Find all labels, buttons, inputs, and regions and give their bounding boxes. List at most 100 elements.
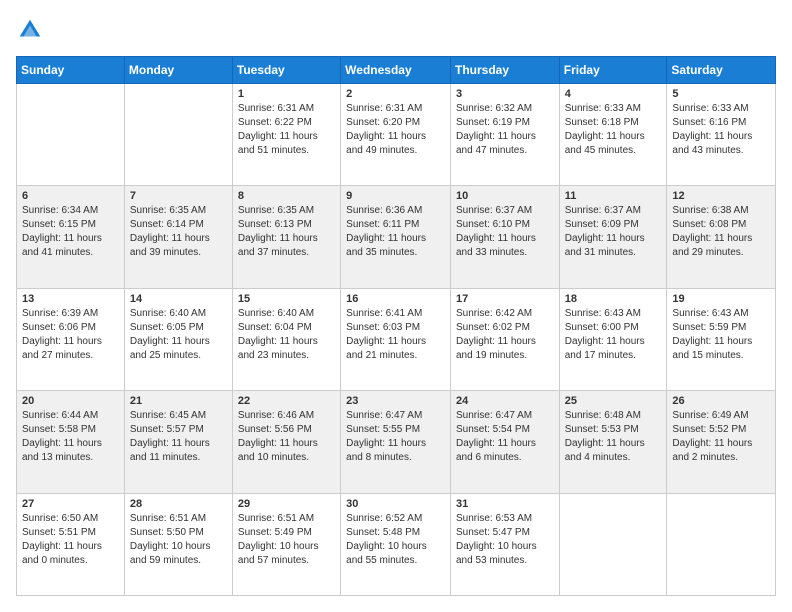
day-info: Sunrise: 6:31 AMSunset: 6:20 PMDaylight:…	[346, 102, 445, 158]
calendar-cell: 6 Sunrise: 6:34 AMSunset: 6:15 PMDaylight…	[17, 186, 125, 288]
calendar-cell	[667, 493, 776, 595]
day-info: Sunrise: 6:40 AMSunset: 6:05 PMDaylight:…	[130, 307, 227, 363]
calendar-cell: 15 Sunrise: 6:40 AMSunset: 6:04 PMDayligh…	[232, 288, 340, 390]
day-info: Sunrise: 6:53 AMSunset: 5:47 PMDaylight:…	[456, 512, 554, 568]
day-number: 8	[238, 190, 335, 202]
day-info: Sunrise: 6:52 AMSunset: 5:48 PMDaylight:…	[346, 512, 445, 568]
day-info: Sunrise: 6:42 AMSunset: 6:02 PMDaylight:…	[456, 307, 554, 363]
calendar-header-wednesday: Wednesday	[341, 57, 451, 84]
calendar-cell: 21 Sunrise: 6:45 AMSunset: 5:57 PMDayligh…	[124, 391, 232, 493]
day-number: 18	[565, 293, 662, 305]
day-number: 28	[130, 498, 227, 510]
day-info: Sunrise: 6:39 AMSunset: 6:06 PMDaylight:…	[22, 307, 119, 363]
day-info: Sunrise: 6:35 AMSunset: 6:13 PMDaylight:…	[238, 204, 335, 260]
day-info: Sunrise: 6:44 AMSunset: 5:58 PMDaylight:…	[22, 409, 119, 465]
calendar-cell: 30 Sunrise: 6:52 AMSunset: 5:48 PMDayligh…	[341, 493, 451, 595]
calendar-header-friday: Friday	[559, 57, 667, 84]
calendar-cell: 20 Sunrise: 6:44 AMSunset: 5:58 PMDayligh…	[17, 391, 125, 493]
calendar-cell: 27 Sunrise: 6:50 AMSunset: 5:51 PMDayligh…	[17, 493, 125, 595]
calendar-week-row: 1Sunrise: 6:31 AMSunset: 6:22 PMDaylight…	[17, 84, 776, 186]
day-number: 31	[456, 498, 554, 510]
day-number: 3	[456, 88, 554, 100]
day-info: Sunrise: 6:43 AMSunset: 5:59 PMDaylight:…	[672, 307, 770, 363]
calendar-cell: 12Sunrise: 6:38 AMSunset: 6:08 PMDayligh…	[667, 186, 776, 288]
day-number: 9	[346, 190, 445, 202]
calendar-cell: 17 Sunrise: 6:42 AMSunset: 6:02 PMDayligh…	[450, 288, 559, 390]
day-number: 15	[238, 293, 335, 305]
day-info: Sunrise: 6:47 AMSunset: 5:55 PMDaylight:…	[346, 409, 445, 465]
day-number: 24	[456, 395, 554, 407]
day-number: 4	[565, 88, 662, 100]
calendar-cell: 2 Sunrise: 6:31 AMSunset: 6:20 PMDaylight…	[341, 84, 451, 186]
day-info: Sunrise: 6:48 AMSunset: 5:53 PMDaylight:…	[565, 409, 662, 465]
day-number: 25	[565, 395, 662, 407]
calendar-cell: 14 Sunrise: 6:40 AMSunset: 6:05 PMDayligh…	[124, 288, 232, 390]
day-number: 5	[672, 88, 770, 100]
calendar-cell: 11Sunrise: 6:37 AMSunset: 6:09 PMDayligh…	[559, 186, 667, 288]
calendar-cell: 10 Sunrise: 6:37 AMSunset: 6:10 PMDayligh…	[450, 186, 559, 288]
day-info: Sunrise: 6:50 AMSunset: 5:51 PMDaylight:…	[22, 512, 119, 568]
day-info: Sunrise: 6:51 AMSunset: 5:49 PMDaylight:…	[238, 512, 335, 568]
calendar-header-tuesday: Tuesday	[232, 57, 340, 84]
day-number: 26	[672, 395, 770, 407]
calendar-cell: 28Sunrise: 6:51 AMSunset: 5:50 PMDayligh…	[124, 493, 232, 595]
day-number: 23	[346, 395, 445, 407]
calendar-week-row: 13 Sunrise: 6:39 AMSunset: 6:06 PMDayligh…	[17, 288, 776, 390]
calendar-header-saturday: Saturday	[667, 57, 776, 84]
calendar-week-row: 6 Sunrise: 6:34 AMSunset: 6:15 PMDaylight…	[17, 186, 776, 288]
calendar-header-sunday: Sunday	[17, 57, 125, 84]
day-number: 12	[672, 190, 770, 202]
calendar-cell: 31 Sunrise: 6:53 AMSunset: 5:47 PMDayligh…	[450, 493, 559, 595]
calendar-cell: 13 Sunrise: 6:39 AMSunset: 6:06 PMDayligh…	[17, 288, 125, 390]
calendar-cell: 23 Sunrise: 6:47 AMSunset: 5:55 PMDayligh…	[341, 391, 451, 493]
calendar-cell	[17, 84, 125, 186]
calendar-table: SundayMondayTuesdayWednesdayThursdayFrid…	[16, 56, 776, 596]
logo-icon	[16, 16, 44, 44]
day-number: 30	[346, 498, 445, 510]
day-info: Sunrise: 6:32 AMSunset: 6:19 PMDaylight:…	[456, 102, 554, 158]
day-info: Sunrise: 6:41 AMSunset: 6:03 PMDaylight:…	[346, 307, 445, 363]
day-number: 19	[672, 293, 770, 305]
day-number: 21	[130, 395, 227, 407]
day-info: Sunrise: 6:49 AMSunset: 5:52 PMDaylight:…	[672, 409, 770, 465]
day-number: 2	[346, 88, 445, 100]
calendar-cell: 19 Sunrise: 6:43 AMSunset: 5:59 PMDayligh…	[667, 288, 776, 390]
calendar-cell: 9 Sunrise: 6:36 AMSunset: 6:11 PMDaylight…	[341, 186, 451, 288]
day-info: Sunrise: 6:37 AMSunset: 6:10 PMDaylight:…	[456, 204, 554, 260]
day-info: Sunrise: 6:35 AMSunset: 6:14 PMDaylight:…	[130, 204, 227, 260]
day-number: 14	[130, 293, 227, 305]
day-number: 29	[238, 498, 335, 510]
calendar-cell: 24 Sunrise: 6:47 AMSunset: 5:54 PMDayligh…	[450, 391, 559, 493]
calendar-cell: 4Sunrise: 6:33 AMSunset: 6:18 PMDaylight…	[559, 84, 667, 186]
logo	[16, 16, 48, 44]
calendar-cell: 8 Sunrise: 6:35 AMSunset: 6:13 PMDaylight…	[232, 186, 340, 288]
day-number: 7	[130, 190, 227, 202]
day-number: 6	[22, 190, 119, 202]
day-info: Sunrise: 6:40 AMSunset: 6:04 PMDaylight:…	[238, 307, 335, 363]
day-number: 27	[22, 498, 119, 510]
day-number: 13	[22, 293, 119, 305]
calendar-cell	[559, 493, 667, 595]
day-info: Sunrise: 6:47 AMSunset: 5:54 PMDaylight:…	[456, 409, 554, 465]
calendar-cell: 25 Sunrise: 6:48 AMSunset: 5:53 PMDayligh…	[559, 391, 667, 493]
day-number: 10	[456, 190, 554, 202]
day-info: Sunrise: 6:46 AMSunset: 5:56 PMDaylight:…	[238, 409, 335, 465]
day-number: 22	[238, 395, 335, 407]
calendar-cell: 18 Sunrise: 6:43 AMSunset: 6:00 PMDayligh…	[559, 288, 667, 390]
page: SundayMondayTuesdayWednesdayThursdayFrid…	[0, 0, 792, 612]
calendar-cell: 5Sunrise: 6:33 AMSunset: 6:16 PMDaylight…	[667, 84, 776, 186]
day-info: Sunrise: 6:36 AMSunset: 6:11 PMDaylight:…	[346, 204, 445, 260]
calendar-cell: 16Sunrise: 6:41 AMSunset: 6:03 PMDayligh…	[341, 288, 451, 390]
day-info: Sunrise: 6:31 AMSunset: 6:22 PMDaylight:…	[238, 102, 335, 158]
calendar-header-thursday: Thursday	[450, 57, 559, 84]
calendar-header-row: SundayMondayTuesdayWednesdayThursdayFrid…	[17, 57, 776, 84]
calendar-cell: 22 Sunrise: 6:46 AMSunset: 5:56 PMDayligh…	[232, 391, 340, 493]
calendar-cell: 7 Sunrise: 6:35 AMSunset: 6:14 PMDaylight…	[124, 186, 232, 288]
calendar-week-row: 20 Sunrise: 6:44 AMSunset: 5:58 PMDayligh…	[17, 391, 776, 493]
day-info: Sunrise: 6:45 AMSunset: 5:57 PMDaylight:…	[130, 409, 227, 465]
calendar-cell	[124, 84, 232, 186]
day-info: Sunrise: 6:34 AMSunset: 6:15 PMDaylight:…	[22, 204, 119, 260]
day-number: 17	[456, 293, 554, 305]
day-info: Sunrise: 6:43 AMSunset: 6:00 PMDaylight:…	[565, 307, 662, 363]
day-number: 20	[22, 395, 119, 407]
